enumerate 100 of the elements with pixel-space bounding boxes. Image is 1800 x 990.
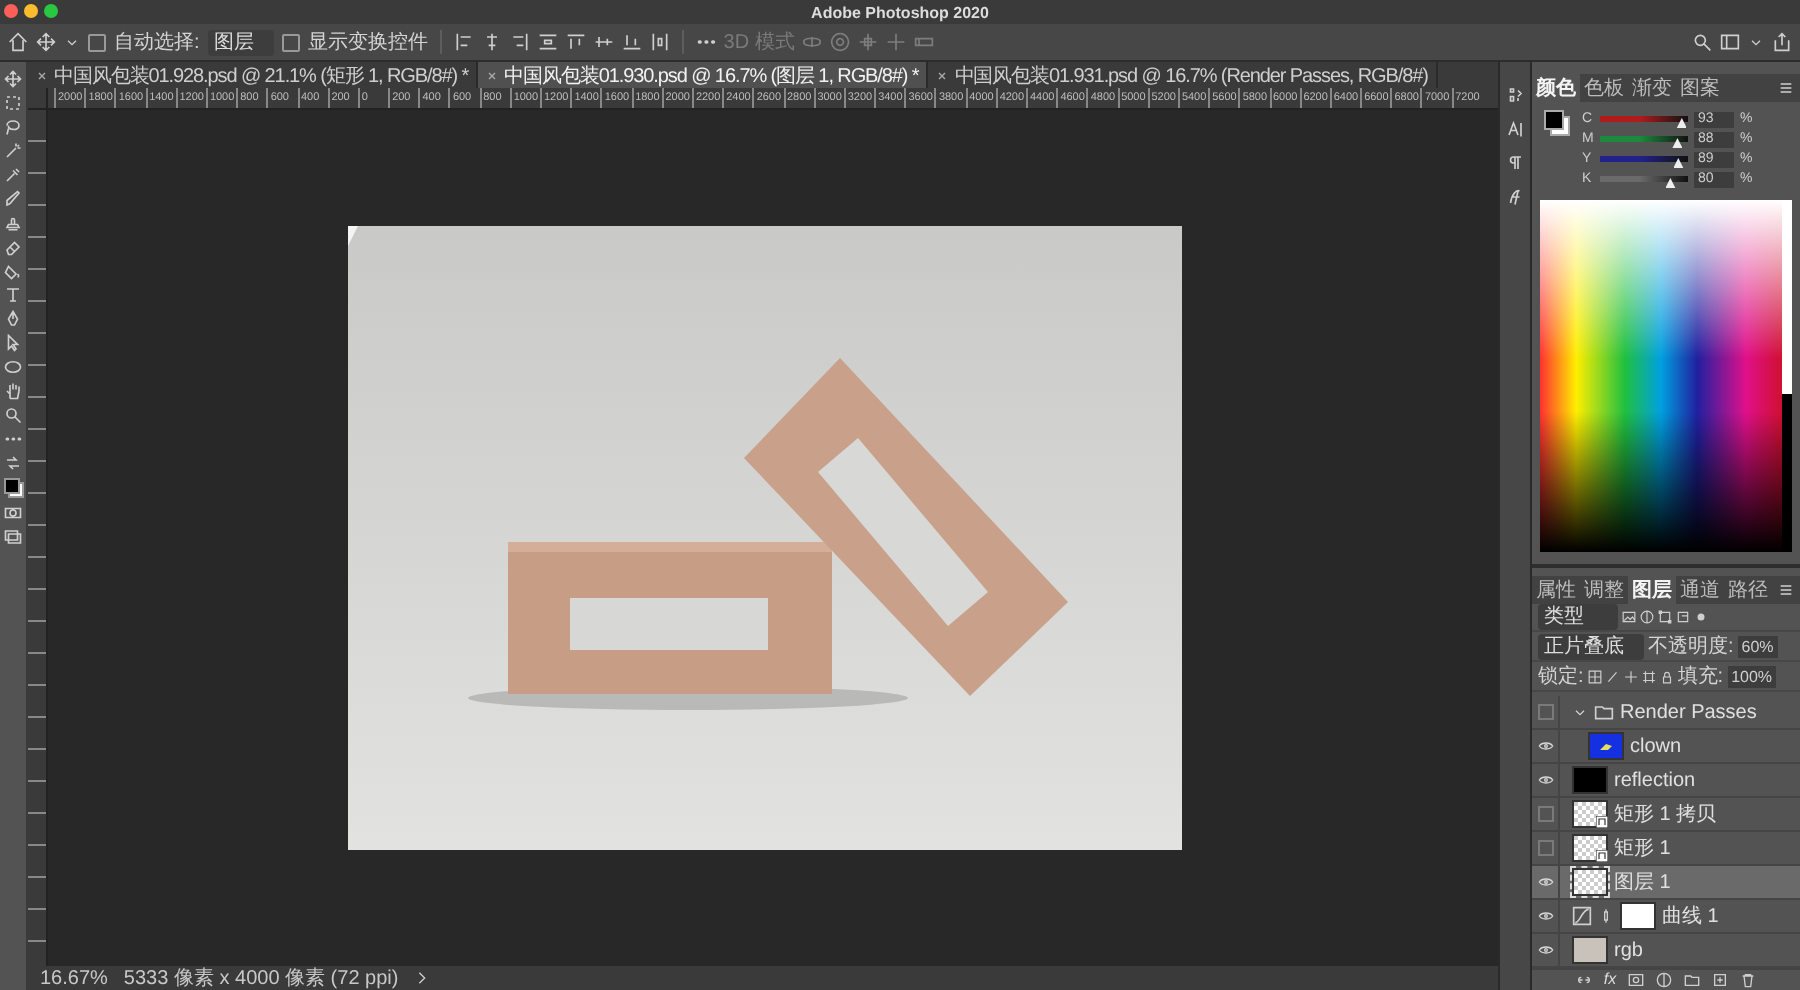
layer-effects-button[interactable]: fx	[1603, 970, 1617, 988]
close-icon[interactable]	[36, 69, 48, 81]
image-filter-icon[interactable]	[1622, 610, 1636, 624]
screen-mode-icon[interactable]	[4, 528, 22, 546]
paint-bucket-icon[interactable]	[4, 262, 22, 280]
slider-thumb[interactable]	[1672, 138, 1683, 148]
close-icon[interactable]	[486, 69, 499, 81]
panel-tab[interactable]: 颜色	[1532, 74, 1580, 102]
zoom-tool-icon[interactable]	[4, 406, 22, 424]
marquee-tool-icon[interactable]	[4, 94, 22, 112]
adjustment-layer-icon[interactable]	[1656, 971, 1673, 987]
pointer-arrow-icon[interactable]	[4, 334, 22, 352]
lock-all-icon[interactable]	[1659, 669, 1674, 683]
panel-tab[interactable]: 渐变	[1628, 74, 1676, 102]
transform-controls-checkbox[interactable]	[281, 33, 300, 51]
shape-filter-icon[interactable]	[1658, 610, 1672, 624]
close-window-button[interactable]	[4, 4, 18, 18]
caret-icon[interactable]	[64, 34, 80, 50]
distribute-vertical-icon[interactable]	[649, 32, 670, 52]
history-icon[interactable]	[1506, 86, 1524, 104]
visibility-eye-icon[interactable]	[1537, 738, 1553, 754]
visibility-eye-icon[interactable]	[1537, 942, 1553, 958]
visibility-eye-icon[interactable]	[1537, 772, 1553, 788]
lock-position-icon[interactable]	[1623, 669, 1638, 683]
folder-icon[interactable]	[1684, 971, 1701, 987]
foreground-background-swatches[interactable]	[3, 478, 23, 498]
minimize-window-button[interactable]	[24, 4, 38, 18]
glyphs-icon[interactable]	[1506, 120, 1524, 138]
layer-row[interactable]: 曲线 1	[1532, 900, 1800, 934]
eyedropper-icon[interactable]	[4, 166, 22, 184]
align-left-icon[interactable]	[453, 32, 474, 52]
auto-select-dropdown[interactable]: 图层	[207, 29, 274, 55]
home-icon[interactable]	[8, 32, 28, 52]
opacity-field[interactable]: 60%	[1737, 635, 1778, 657]
color-spectrum[interactable]	[1540, 200, 1782, 552]
panel-tab[interactable]: 色板	[1580, 74, 1628, 102]
lock-image-icon[interactable]	[1605, 669, 1620, 683]
workspace-icon[interactable]	[1720, 32, 1740, 52]
tone-strip[interactable]	[1782, 200, 1792, 552]
slider-thumb[interactable]	[1665, 178, 1676, 188]
hand-tool-icon[interactable]	[4, 382, 22, 400]
layer-row[interactable]: 图层 1	[1532, 866, 1800, 900]
align-right-icon[interactable]	[509, 32, 530, 52]
character-style-icon[interactable]	[1506, 188, 1524, 206]
visibility-eye-icon[interactable]	[1537, 874, 1553, 890]
align-bottom-icon[interactable]	[621, 32, 642, 52]
smart-object-filter-icon[interactable]	[1676, 610, 1690, 624]
adjustment-filter-icon[interactable]	[1640, 610, 1654, 624]
visibility-eye-icon[interactable]	[1537, 908, 1553, 924]
fill-field[interactable]: 100%	[1727, 665, 1777, 687]
align-center-icon[interactable]	[481, 32, 502, 52]
chevron-icon[interactable]	[414, 970, 431, 986]
foreground-background-swatches[interactable]	[1544, 110, 1570, 136]
panel-tab[interactable]: 图层	[1628, 576, 1676, 604]
channel-slider[interactable]	[1600, 116, 1688, 122]
panel-menu-icon[interactable]	[1778, 582, 1794, 598]
panel-tab[interactable]: 通道	[1676, 576, 1724, 604]
expand-caret-icon[interactable]	[1572, 704, 1588, 720]
slider-thumb[interactable]	[1673, 158, 1684, 168]
slider-thumb[interactable]	[1676, 118, 1687, 128]
magic-wand-icon[interactable]	[4, 142, 22, 160]
zoom-level[interactable]: 16.67%	[40, 967, 108, 989]
quick-mask-icon[interactable]	[4, 504, 22, 522]
channel-slider[interactable]	[1600, 156, 1688, 162]
panel-tab[interactable]: 调整	[1580, 576, 1628, 604]
pen-tool-icon[interactable]	[4, 310, 22, 328]
visibility-toggle[interactable]	[1537, 806, 1553, 822]
lasso-tool-icon[interactable]	[4, 118, 22, 136]
new-layer-icon[interactable]	[1712, 971, 1729, 987]
add-mask-icon[interactable]	[1628, 971, 1645, 987]
swap-colors-icon[interactable]	[4, 454, 22, 472]
blend-mode-dropdown[interactable]: 正片叠底	[1538, 633, 1644, 659]
search-icon[interactable]	[1692, 32, 1712, 52]
trash-icon[interactable]	[1740, 971, 1757, 987]
share-icon[interactable]	[1772, 32, 1792, 52]
distribute-spacing-icon[interactable]	[537, 32, 558, 52]
panel-menu-icon[interactable]	[1778, 80, 1794, 96]
chain-link-icon[interactable]	[1598, 908, 1614, 924]
auto-select-checkbox[interactable]	[88, 33, 106, 51]
channel-slider[interactable]	[1600, 136, 1688, 142]
panel-tab[interactable]: 图案	[1676, 74, 1724, 102]
type-tool-icon[interactable]	[4, 286, 22, 304]
layer-filter-dropdown[interactable]: 类型	[1538, 604, 1618, 630]
move-tool-icon[interactable]	[4, 70, 22, 88]
document-tab[interactable]: 中国风包装01.930.psd @ 16.7% (图层 1, RGB/8#) *	[478, 62, 929, 88]
layer-row[interactable]: rgb	[1532, 934, 1800, 968]
paragraph-icon[interactable]	[1506, 154, 1524, 172]
layer-row[interactable]: 矩形 1 拷贝	[1532, 798, 1800, 832]
caret-icon[interactable]	[1748, 34, 1764, 50]
link-layers-icon[interactable]	[1575, 971, 1592, 987]
close-icon[interactable]	[936, 69, 949, 81]
layer-row[interactable]: reflection	[1532, 764, 1800, 798]
lock-pixels-icon[interactable]	[1587, 669, 1602, 683]
align-top-icon[interactable]	[565, 32, 586, 52]
layer-row[interactable]: Render Passes	[1532, 696, 1800, 730]
eraser-tool-icon[interactable]	[4, 238, 22, 256]
zoom-window-button[interactable]	[44, 4, 58, 18]
move-tool-icon[interactable]	[36, 32, 56, 52]
filter-toggle-icon[interactable]	[1694, 610, 1708, 624]
layer-row[interactable]: clown	[1532, 730, 1800, 764]
